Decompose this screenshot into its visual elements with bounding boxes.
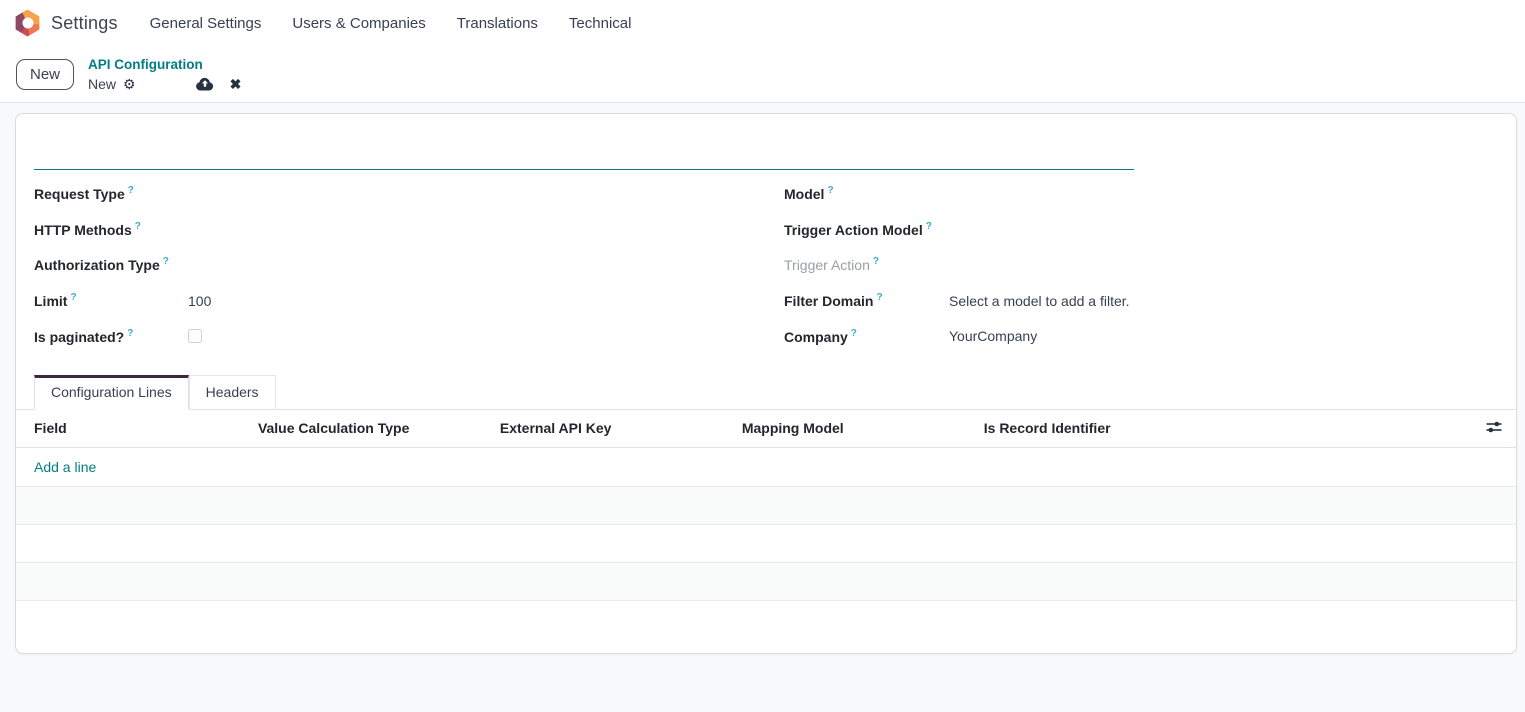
- optional-columns-toggle-button[interactable]: [1486, 420, 1502, 434]
- odoo-apps-logo-icon[interactable]: [14, 10, 41, 37]
- field-limit: Limit?: [34, 283, 784, 319]
- is-paginated-label: Is paginated?: [34, 329, 124, 345]
- record-name-input[interactable]: [34, 128, 1134, 170]
- menu-translations[interactable]: Translations: [447, 9, 548, 38]
- menu-general-settings[interactable]: General Settings: [140, 9, 272, 38]
- filter-domain-label: Filter Domain: [784, 293, 873, 309]
- close-x-icon: ✖: [230, 76, 242, 92]
- field-group-left: Request Type? HTTP Methods? Authorizatio…: [34, 176, 784, 354]
- limit-input[interactable]: [188, 293, 308, 309]
- help-icon: ?: [873, 256, 879, 267]
- help-icon: ?: [128, 185, 134, 196]
- form-view-area: Request Type? HTTP Methods? Authorizatio…: [0, 103, 1525, 712]
- save-record-button[interactable]: [196, 77, 214, 91]
- table-empty-row: [16, 563, 1516, 601]
- table-empty-row: [16, 525, 1516, 563]
- authorization-type-label: Authorization Type: [34, 257, 160, 273]
- field-request-type: Request Type?: [34, 176, 784, 212]
- field-trigger-action-model: Trigger Action Model?: [784, 212, 1498, 248]
- actions-gear-icon[interactable]: ⚙: [123, 77, 136, 91]
- column-header-field[interactable]: Field: [16, 420, 258, 436]
- app-name[interactable]: Settings: [51, 13, 118, 34]
- help-icon: ?: [127, 328, 133, 339]
- trigger-action-model-label: Trigger Action Model: [784, 222, 923, 238]
- new-record-button[interactable]: New: [16, 59, 74, 90]
- sliders-icon: [1486, 420, 1502, 434]
- help-icon: ?: [926, 221, 932, 232]
- is-paginated-checkbox[interactable]: [188, 329, 202, 343]
- company-value[interactable]: YourCompany: [949, 328, 1037, 344]
- field-filter-domain: Filter Domain? Select a model to add a f…: [784, 283, 1498, 319]
- configuration-lines-table: Field Value Calculation Type External AP…: [16, 410, 1516, 648]
- control-panel: New API Configuration New ⚙ ✖: [0, 46, 1525, 103]
- help-icon: ?: [163, 256, 169, 267]
- limit-label: Limit: [34, 293, 67, 309]
- request-type-label: Request Type: [34, 186, 125, 202]
- help-icon: ?: [827, 185, 833, 196]
- help-icon: ?: [851, 328, 857, 339]
- field-trigger-action: Trigger Action?: [784, 247, 1498, 283]
- field-model: Model?: [784, 176, 1498, 212]
- field-is-paginated: Is paginated??: [34, 318, 784, 354]
- trigger-action-label: Trigger Action: [784, 257, 870, 273]
- filter-domain-value: Select a model to add a filter.: [949, 293, 1130, 309]
- table-empty-row: [16, 487, 1516, 525]
- cloud-upload-icon: [196, 77, 214, 91]
- table-header-row: Field Value Calculation Type External AP…: [16, 410, 1516, 448]
- column-header-is-record-identifier[interactable]: Is Record Identifier: [984, 420, 1226, 436]
- menu-users-companies[interactable]: Users & Companies: [282, 9, 435, 38]
- breadcrumb: API Configuration New ⚙ ✖: [88, 56, 241, 91]
- add-line-row: Add a line: [16, 448, 1516, 487]
- model-label: Model: [784, 186, 824, 202]
- add-a-line-link[interactable]: Add a line: [34, 459, 96, 475]
- field-groups: Request Type? HTTP Methods? Authorizatio…: [34, 176, 1498, 354]
- column-header-mapping-model[interactable]: Mapping Model: [742, 420, 984, 436]
- field-http-methods: HTTP Methods?: [34, 212, 784, 248]
- menu-technical[interactable]: Technical: [559, 9, 642, 38]
- discard-changes-button[interactable]: ✖: [230, 77, 242, 91]
- breadcrumb-current: New: [88, 76, 116, 92]
- help-icon: ?: [135, 221, 141, 232]
- tab-headers[interactable]: Headers: [189, 375, 276, 410]
- top-navbar: Settings General Settings Users & Compan…: [0, 0, 1525, 46]
- help-icon: ?: [70, 292, 76, 303]
- tab-configuration-lines[interactable]: Configuration Lines: [34, 375, 189, 410]
- column-header-external-api-key[interactable]: External API Key: [500, 420, 742, 436]
- notebook-tabs: Configuration Lines Headers: [16, 375, 1516, 410]
- field-group-right: Model? Trigger Action Model? Trigger Act…: [784, 176, 1498, 354]
- breadcrumb-parent-link[interactable]: API Configuration: [88, 57, 203, 73]
- field-authorization-type: Authorization Type?: [34, 247, 784, 283]
- field-company: Company? YourCompany: [784, 318, 1498, 354]
- form-sheet: Request Type? HTTP Methods? Authorizatio…: [15, 113, 1517, 654]
- http-methods-label: HTTP Methods: [34, 222, 132, 238]
- table-empty-row: [16, 601, 1516, 648]
- help-icon: ?: [876, 292, 882, 303]
- company-label: Company: [784, 329, 848, 345]
- column-header-value-calculation-type[interactable]: Value Calculation Type: [258, 420, 500, 436]
